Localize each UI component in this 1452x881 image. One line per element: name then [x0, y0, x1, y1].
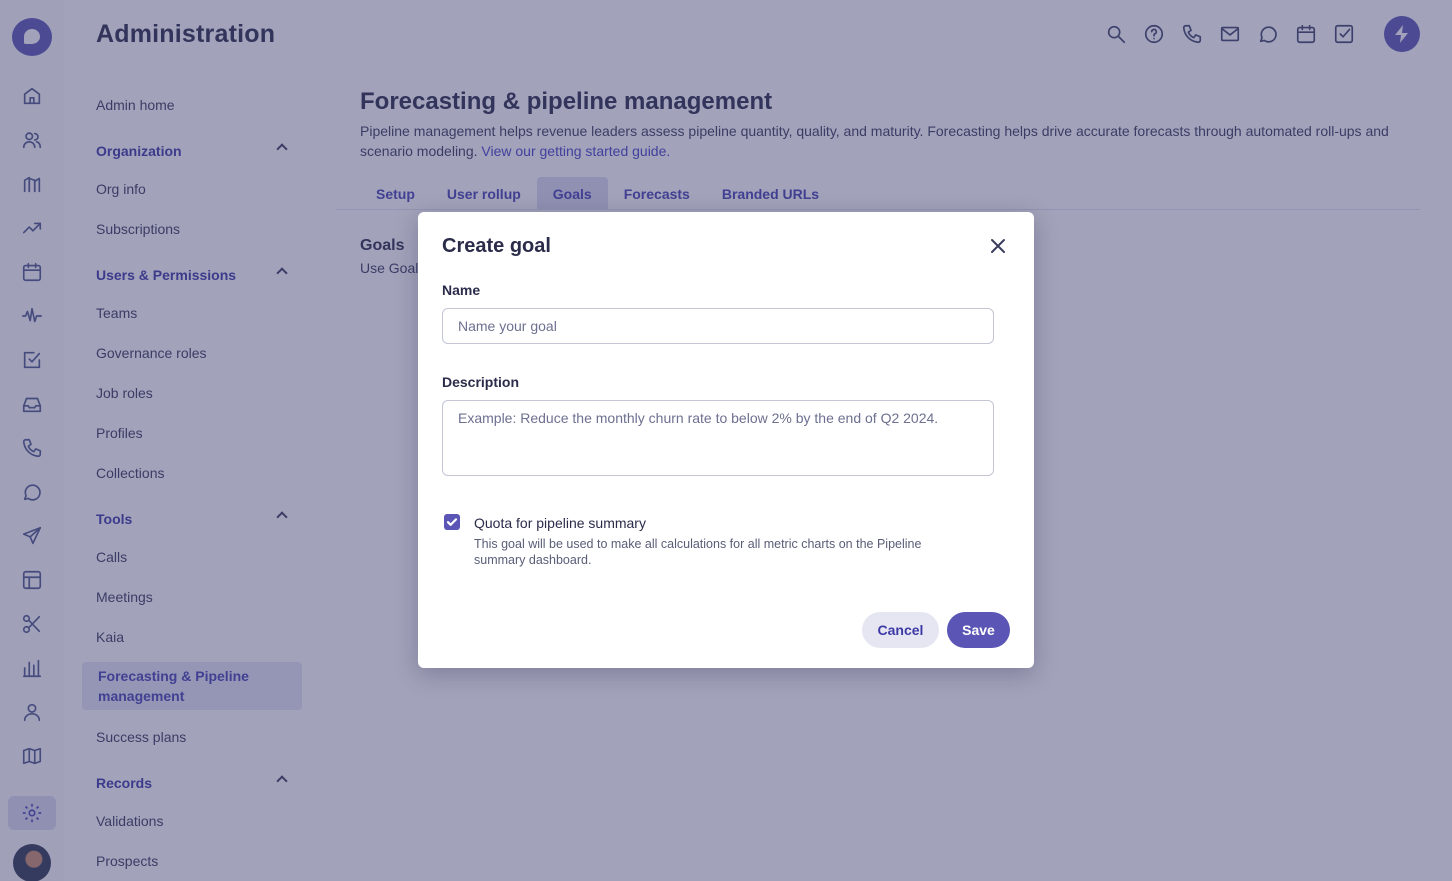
cancel-button[interactable]: Cancel — [862, 612, 939, 648]
close-icon[interactable] — [988, 236, 1008, 256]
quota-checkbox-help: This goal will be used to make all calcu… — [474, 537, 922, 567]
quota-checkbox[interactable] — [444, 514, 460, 530]
save-button[interactable]: Save — [947, 612, 1010, 648]
goal-name-input[interactable] — [442, 308, 994, 344]
create-goal-dialog: Create goal Name Description Quota for p… — [418, 212, 1034, 668]
description-label: Description — [442, 374, 520, 390]
dialog-title: Create goal — [442, 235, 551, 257]
name-label: Name — [442, 282, 481, 298]
quota-checkbox-label[interactable]: Quota for pipeline summary — [474, 515, 646, 531]
goal-description-input[interactable] — [442, 400, 994, 476]
